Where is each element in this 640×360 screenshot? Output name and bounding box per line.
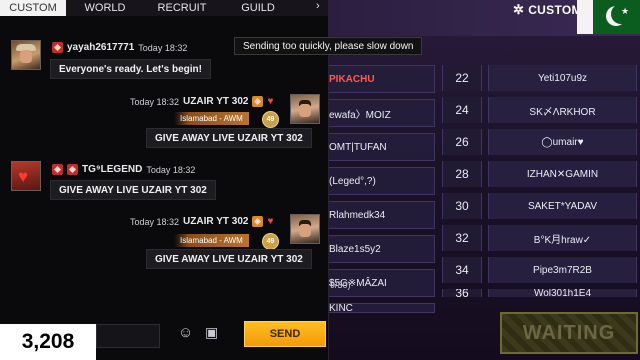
sender-name[interactable]: yayah2617771 xyxy=(67,42,134,53)
location-tag: Islamabad - AWM xyxy=(174,112,249,125)
player-name: SAKET*YADAV xyxy=(488,193,637,219)
tab-scroll-arrow-icon[interactable]: › xyxy=(316,0,320,12)
rate-limit-toast: Sending too quickly, please slow down xyxy=(234,37,423,55)
message-bubble: GIVE AWAY LIVE UZAIR YT 302 xyxy=(50,180,216,200)
slot-number: 30 xyxy=(442,193,482,219)
message-time: Today 18:32 xyxy=(138,42,188,53)
message-time: Today 18:32 xyxy=(130,216,180,227)
player-slot[interactable]: (Leged°,?) xyxy=(325,167,435,195)
slot-number: 24 xyxy=(442,97,482,123)
rank-badge-icon xyxy=(52,164,63,175)
slot-number: 32 xyxy=(442,225,482,251)
rank-badge-icon xyxy=(252,216,264,227)
slot-count: 9/30) xyxy=(330,280,351,290)
message-bubble: Everyone's ready. Let's begin! xyxy=(50,59,211,79)
message-meta: yayah2617771 Today 18:32 xyxy=(52,42,187,53)
player-name: KINC xyxy=(329,303,353,313)
player-slot[interactable]: ewafa〉MOIZ xyxy=(325,99,435,127)
player-slot[interactable]: Rlahmedk34 xyxy=(325,201,435,229)
heart-icon: ♥ xyxy=(267,216,274,227)
message-meta: TG⁹LEGEND Today 18:32 xyxy=(52,164,195,175)
player-name: ewafa〉MOIZ xyxy=(329,109,391,121)
emoji-icon[interactable]: ☺ xyxy=(178,324,193,341)
message-time: Today 18:32 xyxy=(146,164,196,175)
player-name: (Leged°,?) xyxy=(329,175,376,187)
avatar[interactable]: ♥ xyxy=(11,161,41,191)
message-meta: Today 18:32 UZAIR YT 302 ♥ xyxy=(130,96,273,107)
player-slot[interactable]: PIKACHU xyxy=(325,65,435,93)
player-name: IZHAN✕GAMIN xyxy=(488,161,637,187)
player-name: B°K月hraw✓ xyxy=(488,225,637,251)
player-slot[interactable]: 24 SK〆ΛRKHOR xyxy=(442,97,637,123)
team-right-slots: 22 Yeti107u9z 24 SK〆ΛRKHOR 26 ◯umair♥ 28 IZH… xyxy=(442,65,637,303)
message-bubble: GIVE AWAY LIVE UZAIR YT 302 xyxy=(146,249,312,269)
sender-name[interactable]: UZAIR YT 302 xyxy=(183,216,248,227)
chat-tabs: CUSTOM WORLD RECRUIT GUILD › xyxy=(0,0,328,16)
player-slot[interactable]: 30 SAKET*YADAV xyxy=(442,193,637,219)
location-tag: Islamabad - AWM xyxy=(174,234,249,247)
sender-name[interactable]: UZAIR YT 302 xyxy=(183,96,248,107)
custom-mode-text: CUSTOM xyxy=(528,3,582,17)
slot-number: 22 xyxy=(442,65,482,91)
player-name: Wol301h1E4 xyxy=(488,289,637,297)
rank-badge-icon xyxy=(252,96,264,107)
viewer-count: 3,208 xyxy=(0,324,96,360)
avatar[interactable] xyxy=(290,94,320,124)
slot-number: 26 xyxy=(442,129,482,155)
avatar[interactable] xyxy=(11,40,41,70)
player-name: Pipe3m7R2B xyxy=(488,257,637,283)
player-slot[interactable]: 34 Pipe3m7R2B xyxy=(442,257,637,283)
message-time: Today 18:32 xyxy=(130,96,180,107)
message-bubble: GIVE AWAY LIVE UZAIR YT 302 xyxy=(146,128,312,148)
player-slot[interactable]: 22 Yeti107u9z xyxy=(442,65,637,91)
player-slot[interactable]: 26 ◯umair♥ xyxy=(442,129,637,155)
player-name: Yeti107u9z xyxy=(488,65,637,91)
player-slot[interactable]: Blaze1s5y2 xyxy=(325,235,435,263)
tab-world[interactable]: WORLD xyxy=(66,0,144,16)
player-slot[interactable]: 36 Wol301h1E4 xyxy=(442,289,637,297)
chat-input[interactable] xyxy=(96,324,160,348)
slot-number: 28 xyxy=(442,161,482,187)
slot-number: 36 xyxy=(442,289,482,297)
waiting-button[interactable]: WAITING xyxy=(500,312,638,354)
send-button[interactable]: SEND xyxy=(244,321,326,347)
rank-badge-icon xyxy=(52,42,63,53)
player-slot[interactable]: OMT|TUFAN xyxy=(325,133,435,161)
gear-icon: ✲ xyxy=(513,2,525,17)
slot-number: 34 xyxy=(442,257,482,283)
tab-custom[interactable]: CUSTOM xyxy=(0,0,66,16)
message-meta: Today 18:32 UZAIR YT 302 ♥ xyxy=(130,216,273,227)
level-badge: 49 xyxy=(262,111,279,128)
sender-name[interactable]: TG⁹LEGEND xyxy=(82,164,142,175)
player-name: OMT|TUFAN xyxy=(329,141,387,153)
quick-message-icon[interactable]: ▣ xyxy=(205,324,218,341)
avatar[interactable] xyxy=(290,214,320,244)
player-name: PIKACHU xyxy=(329,73,375,85)
player-slot[interactable]: 32 B°K月hraw✓ xyxy=(442,225,637,251)
player-name: ◯umair♥ xyxy=(488,129,637,155)
heart-icon: ♥ xyxy=(267,96,274,107)
tab-recruit[interactable]: RECRUIT xyxy=(144,0,220,16)
custom-mode-label[interactable]: ✲ CUSTOM xyxy=(513,2,582,18)
player-slot[interactable]: 28 IZHAN✕GAMIN xyxy=(442,161,637,187)
level-badge: 49 xyxy=(262,233,279,250)
guild-badge-icon xyxy=(67,164,78,175)
tab-guild[interactable]: GUILD xyxy=(220,0,296,16)
player-name: SK〆ΛRKHOR xyxy=(488,97,637,123)
player-name: Blaze1s5y2 xyxy=(329,243,381,255)
player-slot[interactable]: KINC xyxy=(325,303,435,313)
pakistan-flag-icon: ★ xyxy=(577,0,640,34)
player-name: Rlahmedk34 xyxy=(329,209,386,221)
